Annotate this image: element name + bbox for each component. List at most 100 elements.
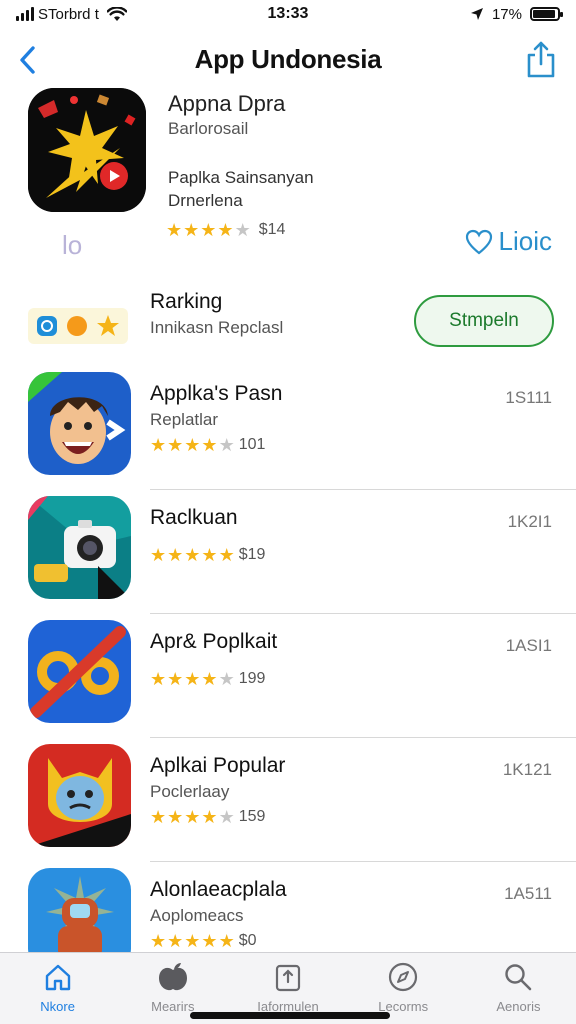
app-subtitle: Poclerlaay <box>150 782 230 801</box>
star-icon: ★ <box>166 220 183 240</box>
star-icon: ★ <box>150 669 167 689</box>
featured-app-icon <box>28 88 146 212</box>
star-icon: ★ <box>218 807 235 827</box>
ranking-badge <box>28 308 128 344</box>
star-rating: ★ ★ ★ ★ ★ <box>150 436 235 454</box>
star-icon: ★ <box>167 807 184 827</box>
app-subtitle: Replatlar <box>150 410 219 429</box>
apple-icon <box>158 963 187 991</box>
star-icon: ★ <box>201 545 218 565</box>
ranking-action-button[interactable]: Stmpeln <box>414 295 554 347</box>
app-count: 1A511 <box>504 884 552 903</box>
rating-text: $19 <box>238 546 266 563</box>
app-icon-logo <box>28 620 131 723</box>
app-rating: ★ ★ ★ ★ ★ 101 <box>150 436 265 454</box>
app-name: Applka's Pasn <box>150 382 283 405</box>
app-name: Apr& Poplkait <box>150 630 278 653</box>
featured-app-rating: ★ ★ ★ ★ ★ $14 <box>166 221 285 239</box>
star-icon: ★ <box>184 545 201 565</box>
app-rating: ★ ★ ★ ★ ★ 159 <box>150 808 265 826</box>
like-button[interactable]: Lioic <box>465 226 552 257</box>
rating-text: $14 <box>258 221 286 238</box>
app-name: Aplkai Popular <box>150 754 286 777</box>
app-subtitle: Aoplomeacs <box>150 906 244 925</box>
ranking-section: Rarking Innikasn Repclasl Stmpeln <box>0 286 576 366</box>
featured-app-title: Appna Dpra <box>168 91 286 116</box>
battery-fill <box>533 10 555 18</box>
star-icon: ★ <box>184 807 201 827</box>
search-icon <box>505 964 532 991</box>
like-label: Lioic <box>498 226 552 256</box>
app-list-item[interactable]: Applka's Pasn Replatlar ★ ★ ★ ★ ★ 101 1S111 <box>0 366 576 490</box>
orange-circle-icon <box>67 316 87 336</box>
star-rating: ★ ★ ★ ★ ★ <box>150 546 235 564</box>
star-rating: ★ ★ ★ ★ ★ <box>150 670 235 688</box>
star-icon: ★ <box>201 669 218 689</box>
star-icon: ★ <box>218 545 235 565</box>
star-icon: ★ <box>201 435 218 455</box>
tab-home[interactable]: Nkore <box>0 953 115 1024</box>
star-rating: ★ ★ ★ ★ ★ <box>150 932 235 950</box>
heart-icon <box>465 229 492 254</box>
star-icon: ★ <box>201 807 218 827</box>
app-rating: ★ ★ ★ ★ ★ $19 <box>150 546 265 564</box>
star-icon: ★ <box>184 669 201 689</box>
app-count: 1ASI1 <box>505 636 552 655</box>
star-icon: ★ <box>184 931 201 951</box>
home-indicator <box>190 1012 390 1019</box>
app-list-item[interactable]: Aplkai Popular Poclerlaay ★ ★ ★ ★ ★ 159 1K12… <box>0 738 576 862</box>
tab-search[interactable]: Aenoris <box>461 953 576 1024</box>
app-list: Applka's Pasn Replatlar ★ ★ ★ ★ ★ 101 1S111 … <box>0 366 576 986</box>
star-rating: ★ ★ ★ ★ ★ <box>150 808 235 826</box>
nav-bar: App Undonesia <box>0 34 576 86</box>
star-icon: ★ <box>218 669 235 689</box>
star-icon: ★ <box>150 435 167 455</box>
star-icon: ★ <box>218 931 235 951</box>
app-list-item[interactable]: Raclkuan ★ ★ ★ ★ ★ $19 1K2I1 <box>0 490 576 614</box>
featured-app-description-line1: Paplka Sainsanyan <box>168 168 314 187</box>
star-icon: ★ <box>167 669 184 689</box>
star-icon: ★ <box>234 220 251 240</box>
page-title: App Undonesia <box>194 44 382 74</box>
star-icon: ★ <box>184 435 201 455</box>
app-name: Raclkuan <box>150 506 238 529</box>
carrier-name: STorbrd t <box>38 5 99 23</box>
battery-percent: 17% <box>491 5 522 23</box>
star-icon: ★ <box>201 931 218 951</box>
signal-icon <box>16 7 34 21</box>
tab-label: Mearirs <box>151 999 195 1014</box>
battery-icon <box>530 7 563 21</box>
document-icon <box>275 964 301 992</box>
location-arrow-icon <box>470 8 483 20</box>
ranking-title: Rarking <box>150 290 223 313</box>
compass-icon <box>389 962 418 992</box>
star-icon: ★ <box>167 931 184 951</box>
star-icon: ★ <box>217 220 234 240</box>
instagram-icon <box>37 316 57 336</box>
share-button[interactable] <box>524 38 558 82</box>
app-list-item[interactable]: Apr& Poplkait ★ ★ ★ ★ ★ 199 1ASI1 <box>0 614 576 738</box>
star-icon: ★ <box>200 220 217 240</box>
page-indicator: lo <box>62 230 83 260</box>
star-icon: ★ <box>150 931 167 951</box>
home-icon <box>45 964 70 991</box>
app-icon-camera <box>28 496 131 599</box>
star-icon <box>97 315 119 336</box>
star-icon: ★ <box>218 435 235 455</box>
ranking-subtitle: Innikasn Repclasl <box>150 318 284 337</box>
star-icon: ★ <box>167 545 184 565</box>
featured-app-description-line2: Drnerlena <box>168 191 243 210</box>
rating-text: 101 <box>238 436 266 453</box>
rating-text: $0 <box>238 932 257 949</box>
star-icon: ★ <box>150 807 167 827</box>
star-rating: ★ ★ ★ ★ ★ <box>166 221 251 239</box>
status-bar: STorbrd t 13:33 17% <box>0 0 576 28</box>
app-count: 1K121 <box>502 760 552 779</box>
app-count: 1S111 <box>505 388 552 407</box>
featured-app-subtitle: Barlorosail <box>168 119 249 138</box>
app-rating: ★ ★ ★ ★ ★ $0 <box>150 932 257 950</box>
app-count: 1K2I1 <box>507 512 552 531</box>
star-icon: ★ <box>150 545 167 565</box>
app-name: Alonlaeacplala <box>150 878 287 901</box>
featured-app[interactable]: Appna Dpra Barlorosail Paplka Sainsanyan… <box>0 88 576 268</box>
